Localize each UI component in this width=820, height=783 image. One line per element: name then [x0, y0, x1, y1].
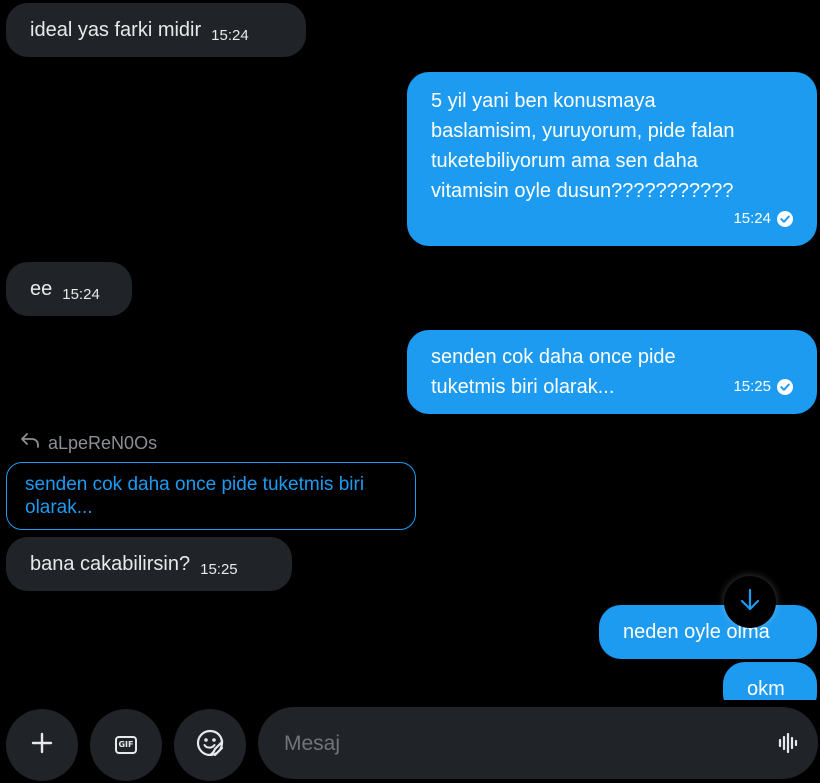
message-time: 15:24 [211, 27, 249, 44]
gif-icon: GIF [115, 736, 137, 754]
quoted-text: senden cok daha once pide tuketmis biri … [25, 474, 365, 518]
message-line: senden cok daha once pide [431, 346, 676, 368]
message-line: vitamisin oyle dusun??????????? [431, 180, 734, 202]
reply-header: aLpeReN0Os [20, 432, 157, 455]
message-time: 15:24 [733, 210, 771, 227]
message-incoming[interactable]: ideal yas farki midir 15:24 [6, 3, 306, 57]
check-circle-icon [777, 211, 793, 227]
message-incoming[interactable]: bana cakabilirsin? 15:25 [6, 537, 292, 591]
message-text: ideal yas farki midir [30, 19, 202, 41]
quoted-message[interactable]: senden cok daha once pide tuketmis biri … [6, 462, 416, 530]
message-line: tuketebiliyorum ama sen daha [431, 150, 698, 172]
voice-waveform-icon[interactable] [778, 732, 800, 758]
check-circle-icon [777, 379, 793, 395]
plus-icon [30, 731, 54, 760]
message-line: 5 yil yani ben konusmaya [431, 90, 656, 112]
message-meta: 15:24 [733, 204, 793, 234]
reply-author: aLpeReN0Os [48, 433, 158, 453]
message-outgoing[interactable]: senden cok daha once pide tuketmis biri … [407, 330, 817, 414]
message-outgoing[interactable]: neden oyle olma [599, 605, 817, 659]
message-text: ee [30, 278, 53, 300]
message-input-box[interactable] [258, 707, 818, 779]
message-outgoing[interactable]: 5 yil yani ben konusmaya baslamisim, yur… [407, 72, 817, 246]
message-incoming[interactable]: ee 15:24 [6, 262, 132, 316]
emoji-button[interactable] [174, 709, 246, 781]
emoji-icon [195, 728, 225, 763]
gif-button[interactable]: GIF [90, 709, 162, 781]
message-input[interactable] [282, 723, 746, 765]
message-text: bana cakabilirsin? [30, 553, 191, 575]
message-line: baslamisim, yuruyorum, pide falan [431, 120, 735, 142]
message-text: okm [747, 678, 785, 700]
add-attachment-button[interactable] [6, 709, 78, 781]
message-time: 15:25 [733, 378, 771, 395]
message-meta: 15:25 [733, 372, 793, 402]
chat-window: ideal yas farki midir 15:24 5 yil yani be… [0, 0, 820, 783]
scroll-to-bottom-button[interactable] [724, 576, 776, 628]
message-time: 15:25 [200, 561, 238, 578]
reply-arrow-icon [20, 432, 40, 455]
arrow-down-icon [738, 587, 762, 618]
message-composer: GIF [0, 700, 820, 783]
message-time: 15:24 [62, 286, 100, 303]
